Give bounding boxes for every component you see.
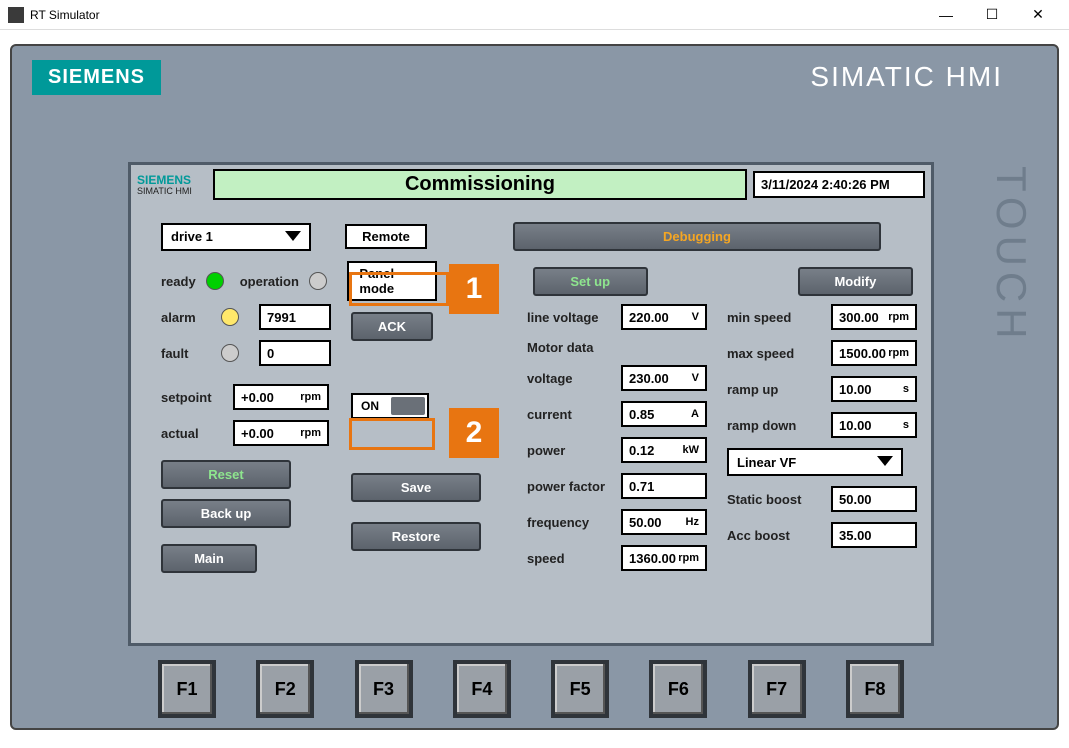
- alarm-label: alarm: [161, 310, 211, 325]
- chevron-down-icon: [877, 456, 893, 468]
- power-factor-label: power factor: [527, 479, 617, 494]
- fault-label: fault: [161, 346, 211, 361]
- min-speed-label: min speed: [727, 310, 817, 325]
- speed-label: speed: [527, 551, 617, 566]
- voltage-field[interactable]: 230.00V: [621, 365, 707, 391]
- page-title: Commissioning: [213, 169, 747, 200]
- line-voltage-label: line voltage: [527, 310, 617, 325]
- fkey-f4[interactable]: F4: [453, 660, 511, 718]
- fault-value[interactable]: 0: [259, 340, 331, 366]
- ramp-up-label: ramp up: [727, 382, 817, 397]
- current-field[interactable]: 0.85A: [621, 401, 707, 427]
- fkey-f2[interactable]: F2: [256, 660, 314, 718]
- restore-button[interactable]: Restore: [351, 522, 481, 551]
- screen-header: SIEMENS SIMATIC HMI Commissioning 3/11/2…: [131, 165, 931, 204]
- fkey-f3[interactable]: F3: [355, 660, 413, 718]
- save-button[interactable]: Save: [351, 473, 481, 502]
- on-toggle[interactable]: ON: [351, 393, 429, 419]
- touch-label: TOUCH: [987, 166, 1035, 345]
- callout-1: 1: [449, 264, 499, 314]
- alarm-led: [221, 308, 239, 326]
- remote-button[interactable]: Remote: [345, 224, 427, 249]
- device-bezel: SIEMENS SIMATIC HMI TOUCH SIEMENS SIMATI…: [0, 30, 1069, 748]
- fault-led: [221, 344, 239, 362]
- window-title: RT Simulator: [30, 8, 100, 22]
- vf-mode-select[interactable]: Linear VF: [727, 448, 903, 476]
- acc-boost-label: Acc boost: [727, 528, 817, 543]
- ramp-up-field[interactable]: 10.00s: [831, 376, 917, 402]
- window-titlebar: RT Simulator — ☐ ✕: [0, 0, 1069, 30]
- frequency-label: frequency: [527, 515, 617, 530]
- on-toggle-label: ON: [353, 399, 379, 413]
- max-speed-label: max speed: [727, 346, 817, 361]
- simatic-hmi-label: SIMATIC HMI: [810, 61, 1003, 93]
- timestamp: 3/11/2024 2:40:26 PM: [753, 171, 925, 198]
- debugging-button[interactable]: Debugging: [513, 222, 881, 251]
- fkey-f5[interactable]: F5: [551, 660, 609, 718]
- function-keys: F1 F2 F3 F4 F5 F6 F7 F8: [128, 660, 934, 718]
- app-icon: [8, 7, 24, 23]
- voltage-label: voltage: [527, 371, 617, 386]
- fkey-f7[interactable]: F7: [748, 660, 806, 718]
- main-button[interactable]: Main: [161, 544, 257, 573]
- power-field[interactable]: 0.12kW: [621, 437, 707, 463]
- header-siemens: SIEMENS: [137, 174, 207, 186]
- power-label: power: [527, 443, 617, 458]
- power-factor-field[interactable]: 0.71: [621, 473, 707, 499]
- backup-button[interactable]: Back up: [161, 499, 291, 528]
- static-boost-label: Static boost: [727, 492, 817, 507]
- drive-select[interactable]: drive 1: [161, 223, 311, 251]
- hmi-screen: SIEMENS SIMATIC HMI Commissioning 3/11/2…: [128, 162, 934, 646]
- max-speed-field[interactable]: 1500.00rpm: [831, 340, 917, 366]
- ramp-down-field[interactable]: 10.00s: [831, 412, 917, 438]
- toggle-knob: [391, 397, 425, 415]
- alarm-value[interactable]: 7991: [259, 304, 331, 330]
- siemens-logo: SIEMENS: [32, 60, 161, 95]
- reset-button[interactable]: Reset: [161, 460, 291, 489]
- header-sub: SIMATIC HMI: [137, 186, 207, 196]
- brand-bar: SIEMENS SIMATIC HMI: [26, 58, 1043, 96]
- setpoint-label: setpoint: [161, 390, 223, 405]
- maximize-button[interactable]: ☐: [969, 0, 1015, 30]
- device-frame: SIEMENS SIMATIC HMI TOUCH SIEMENS SIMATI…: [10, 44, 1059, 730]
- minimize-button[interactable]: —: [923, 0, 969, 30]
- vf-mode-value: Linear VF: [737, 455, 796, 470]
- drive-select-value: drive 1: [171, 229, 213, 244]
- ack-button[interactable]: ACK: [351, 312, 433, 341]
- min-speed-field[interactable]: 300.00rpm: [831, 304, 917, 330]
- motor-data-label: Motor data: [527, 340, 617, 355]
- acc-boost-field[interactable]: 35.00: [831, 522, 917, 548]
- ramp-down-label: ramp down: [727, 418, 817, 433]
- actual-value: +0.00rpm: [233, 420, 329, 446]
- fkey-f8[interactable]: F8: [846, 660, 904, 718]
- callout-2: 2: [449, 408, 499, 458]
- line-voltage-field[interactable]: 220.00V: [621, 304, 707, 330]
- close-button[interactable]: ✕: [1015, 0, 1061, 30]
- fkey-f1[interactable]: F1: [158, 660, 216, 718]
- static-boost-field[interactable]: 50.00: [831, 486, 917, 512]
- speed-field[interactable]: 1360.00rpm: [621, 545, 707, 571]
- actual-label: actual: [161, 426, 223, 441]
- current-label: current: [527, 407, 617, 422]
- chevron-down-icon: [285, 231, 301, 243]
- fkey-f6[interactable]: F6: [649, 660, 707, 718]
- setpoint-value[interactable]: +0.00rpm: [233, 384, 329, 410]
- frequency-field[interactable]: 50.00Hz: [621, 509, 707, 535]
